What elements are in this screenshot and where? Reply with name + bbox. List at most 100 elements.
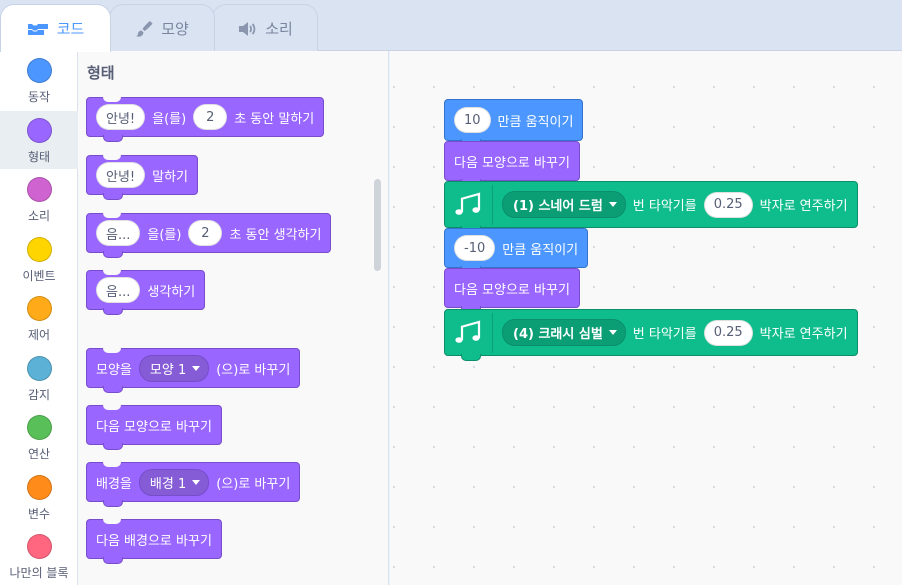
category-control[interactable]: 제어 <box>0 289 78 347</box>
chevron-down-icon <box>192 479 201 485</box>
category-sensing[interactable]: 감지 <box>0 349 78 407</box>
tab-sounds-label: 소리 <box>265 20 293 38</box>
next-costume-block[interactable]: 다음 모양으로 바꾸기 <box>444 268 580 313</box>
think-secs-input[interactable]: 2 <box>188 220 223 246</box>
costume-dropdown[interactable]: 모양 1 <box>138 354 210 382</box>
next-backdrop-label: 다음 배경으로 바꾸기 <box>96 533 212 549</box>
operators-category-icon <box>26 415 52 440</box>
beats-input[interactable]: 0.25 <box>703 319 753 346</box>
switch-backdrop-block[interactable]: 배경을 배경 1 (으)로 바꾸기 <box>86 462 301 507</box>
move-steps-input[interactable]: -10 <box>454 235 496 261</box>
move-steps-tail-label: 만큼 움직이기 <box>502 242 579 258</box>
category-events-label: 이벤트 <box>22 269 56 283</box>
editor-tab-bar: 소리 모양 코드 <box>0 0 902 52</box>
beats-input[interactable]: 0.25 <box>703 191 753 218</box>
tab-code[interactable]: 코드 <box>0 4 111 52</box>
category-control-label: 제어 <box>27 328 51 342</box>
my-blocks-category-icon <box>26 534 52 559</box>
say-tail-label: 말하기 <box>152 169 189 185</box>
tab-code-label: 코드 <box>56 20 85 38</box>
next-costume-label: 다음 모양으로 바꾸기 <box>96 419 212 435</box>
looks-category-icon <box>26 118 52 143</box>
think-only-text-input[interactable]: 음... <box>96 277 141 303</box>
tab-sounds[interactable]: 소리 <box>212 4 318 52</box>
backdrop-dropdown-value: 배경 1 <box>149 476 187 492</box>
switch-costume-pre-label: 모양을 <box>96 362 132 378</box>
switch-costume-block[interactable]: 모양을 모양 1 (으)로 바꾸기 <box>86 348 301 393</box>
category-my-blocks[interactable]: 나만의 블록 <box>0 527 78 585</box>
play-drum-tail-label: 박자로 연주하기 <box>759 327 848 342</box>
category-operators[interactable]: 연산 <box>0 408 78 466</box>
think-block[interactable]: 음... 생각하기 <box>86 270 206 315</box>
costume-dropdown-value: 모양 1 <box>149 362 187 378</box>
play-drum-mid-label: 번 타악기를 <box>632 327 697 342</box>
next-costume-block[interactable]: 다음 모양으로 바꾸기 <box>444 141 580 186</box>
switch-backdrop-tail-label: (으)로 바꾸기 <box>216 476 291 492</box>
category-variables-label: 변수 <box>27 507 51 521</box>
category-looks[interactable]: 형태 <box>0 111 78 169</box>
sound-category-icon <box>26 177 52 202</box>
category-sensing-label: 감지 <box>27 388 51 402</box>
say-block[interactable]: 안녕! 말하기 <box>86 155 199 200</box>
speaker-icon <box>237 21 257 37</box>
say-only-text-input[interactable]: 안녕! <box>96 162 146 188</box>
switch-costume-tail-label: (으)로 바꾸기 <box>216 362 291 378</box>
say-for-tail-label: 초 동안 말하기 <box>234 111 315 127</box>
category-sound-label: 소리 <box>27 209 51 223</box>
say-for-post-label: 을(를) <box>152 111 187 127</box>
category-operators-label: 연산 <box>27 447 51 461</box>
category-looks-label: 형태 <box>27 150 51 164</box>
category-motion[interactable]: 동작 <box>0 51 78 109</box>
palette-section-title: 형태 <box>87 64 115 82</box>
category-my-blocks-label: 나만의 블록 <box>9 566 69 580</box>
category-sound[interactable]: 소리 <box>0 170 78 228</box>
script-workspace[interactable]: 10 만큼 움직이기 다음 모양으로 바꾸기 (1) 스네어 드럼 번 타악기를… <box>390 51 902 585</box>
think-tail-label: 생각하기 <box>147 284 196 300</box>
category-motion-label: 동작 <box>27 90 51 104</box>
category-variables[interactable]: 변수 <box>0 468 78 526</box>
sensing-category-icon <box>26 356 52 381</box>
category-events[interactable]: 이벤트 <box>0 230 78 288</box>
play-drum-mid-label: 번 타악기를 <box>632 199 697 214</box>
events-category-icon <box>26 237 52 262</box>
say-secs-input[interactable]: 2 <box>193 104 228 130</box>
next-costume-label: 다음 모양으로 바꾸기 <box>454 282 570 298</box>
move-steps-block[interactable]: 10 만큼 움직이기 <box>444 99 584 146</box>
think-for-secs-block[interactable]: 음... 을(를) 2 초 동안 생각하기 <box>86 213 332 258</box>
drum-dropdown[interactable]: (4) 크래시 심벌 <box>502 319 626 346</box>
say-text-input[interactable]: 안녕! <box>96 104 146 130</box>
paintbrush-icon <box>135 20 153 38</box>
next-costume-block[interactable]: 다음 모양으로 바꾸기 <box>86 405 222 450</box>
palette-scrollbar[interactable] <box>374 179 381 271</box>
next-backdrop-block[interactable]: 다음 배경으로 바꾸기 <box>86 519 222 564</box>
motion-category-icon <box>26 58 52 83</box>
chevron-down-icon <box>192 365 201 371</box>
switch-backdrop-pre-label: 배경을 <box>96 476 132 492</box>
say-for-secs-block[interactable]: 안녕! 을(를) 2 초 동안 말하기 <box>86 97 325 142</box>
chevron-down-icon <box>608 202 617 207</box>
control-category-icon <box>26 296 52 321</box>
next-costume-label: 다음 모양으로 바꾸기 <box>454 155 570 171</box>
play-drum-tail-label: 박자로 연주하기 <box>759 199 848 214</box>
move-steps-tail-label: 만큼 움직이기 <box>497 114 574 130</box>
music-notes-icon <box>454 184 493 225</box>
drum-dropdown-value: (4) 크래시 심벌 <box>513 327 603 342</box>
move-steps-block[interactable]: -10 만큼 움직이기 <box>444 228 589 273</box>
drum-dropdown[interactable]: (1) 스네어 드럼 <box>502 191 626 218</box>
music-notes-icon <box>454 312 493 353</box>
think-for-post-label: 을(를) <box>147 227 182 243</box>
chevron-down-icon <box>608 330 617 335</box>
drum-dropdown-value: (1) 스네어 드럼 <box>513 199 603 214</box>
block-palette: 형태 안녕! 을(를) 2 초 동안 말하기 안녕! 말하기 음... 을(를)… <box>78 51 389 585</box>
move-steps-input[interactable]: 10 <box>454 107 491 133</box>
tab-costumes[interactable]: 모양 <box>109 4 215 52</box>
think-text-input[interactable]: 음... <box>96 220 141 246</box>
tab-costumes-label: 모양 <box>161 20 189 38</box>
play-drum-block[interactable]: (1) 스네어 드럼 번 타악기를 0.25 박자로 연주하기 <box>444 181 858 233</box>
category-menu: 동작 형태 소리 이벤트 제어 감지 연산 변수 나만의 블록 <box>0 51 78 585</box>
code-icon <box>27 21 49 37</box>
play-drum-block[interactable]: (4) 크래시 심벌 번 타악기를 0.25 박자로 연주하기 <box>444 309 858 361</box>
think-for-tail-label: 초 동안 생각하기 <box>229 227 322 243</box>
backdrop-dropdown[interactable]: 배경 1 <box>138 468 210 496</box>
variables-category-icon <box>26 475 52 500</box>
